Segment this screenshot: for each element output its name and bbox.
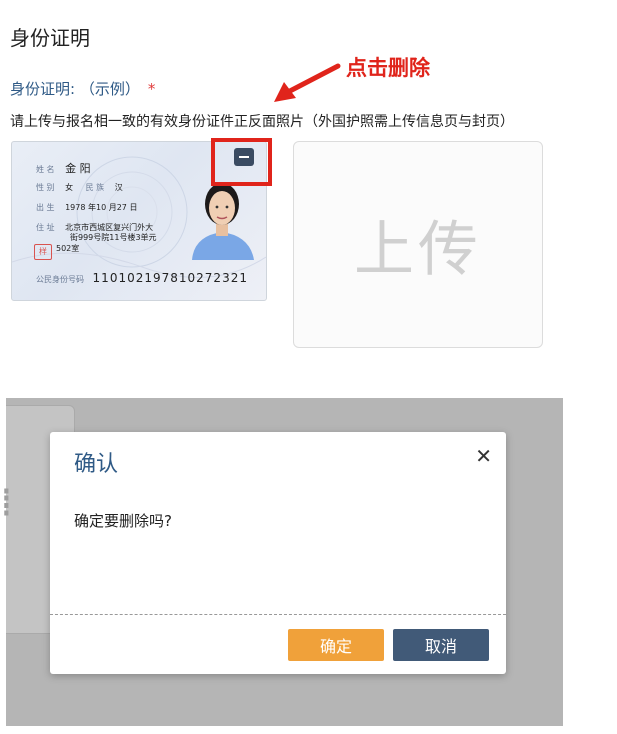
id-number-value: 110102197810272321 <box>92 271 248 285</box>
id-birth-value: 1978 年10 月27 日 <box>65 203 138 212</box>
id-ethnicity-value: 汉 <box>114 183 123 192</box>
id-sex-row: 性 别 女 民 族 汉 <box>36 182 123 193</box>
id-address-line1: 北京市西城区复兴门外大 <box>65 223 154 232</box>
required-mark: * <box>147 80 156 98</box>
id-address-line2: 街999号院11号楼3单元 <box>70 233 157 242</box>
confirm-button[interactable]: 确定 <box>288 629 384 661</box>
remove-image-button[interactable] <box>234 148 254 166</box>
id-ethnicity-label: 民 族 <box>85 183 105 192</box>
annotation-arrow-icon <box>274 63 341 102</box>
id-number-label: 公民身份号码 <box>36 275 84 284</box>
id-name-label: 姓 名 <box>36 165 55 174</box>
id-address-line3-row: 502室 <box>56 243 79 254</box>
field-label: 身份证明: （示例） * <box>10 78 155 99</box>
section-title: 身份证明 <box>10 26 90 50</box>
dialog-divider <box>50 614 506 615</box>
field-label-text: 身份证明: （示例） <box>10 80 140 98</box>
id-name-row: 姓 名 金 阳 <box>36 160 91 176</box>
id-number-row: 公民身份号码 110102197810272321 <box>36 271 248 285</box>
confirm-dialog: 确认 ✕ 确定要删除吗? 确定 取消 <box>50 432 506 674</box>
id-stamp: 样 <box>34 244 52 260</box>
dialog-message: 确定要删除吗? <box>74 512 172 530</box>
upload-instruction: 请上传与报名相一致的有效身份证件正反面照片（外国护照需上传信息页与封页） <box>10 114 514 130</box>
cancel-button[interactable]: 取消 <box>393 629 489 661</box>
upload-box[interactable]: 上传 <box>293 141 543 348</box>
id-sex-label: 性 别 <box>36 183 55 192</box>
id-name-value: 金 阳 <box>65 162 91 175</box>
minus-icon <box>239 156 249 158</box>
close-icon[interactable]: ✕ <box>475 444 492 469</box>
id-birth-label: 出 生 <box>36 203 55 212</box>
id-address-label: 住 址 <box>36 223 55 232</box>
id-sex-value: 女 <box>65 183 74 192</box>
dialog-title: 确认 <box>74 452 119 477</box>
id-address-line2-row: 街999号院11号楼3单元 <box>70 232 157 243</box>
annotation-text: 点击删除 <box>346 56 430 80</box>
id-address-line3: 502室 <box>56 244 80 253</box>
background-dots-icon: ⁞ <box>0 480 13 526</box>
id-birth-row: 出 生 1978 年10 月27 日 <box>36 202 137 213</box>
upload-label: 上传 <box>354 215 482 285</box>
